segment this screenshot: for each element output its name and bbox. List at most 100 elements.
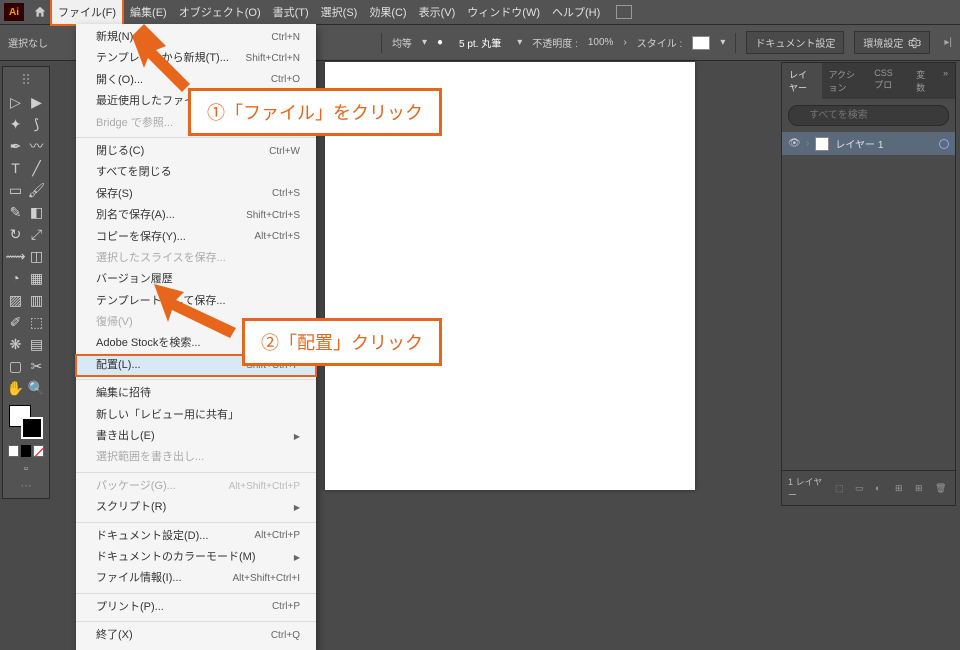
layer-search	[788, 105, 949, 126]
slice-tool[interactable]: ✂	[26, 355, 47, 377]
menu-item-shortcut: Alt+Ctrl+S	[254, 230, 300, 244]
menu-item-shortcut: Alt+Ctrl+P	[254, 529, 300, 543]
menu-help[interactable]: ヘルプ(H)	[546, 0, 606, 24]
new-layer-icon[interactable]: ⊞	[915, 483, 929, 494]
freetransform-tool[interactable]: ◫	[26, 245, 47, 267]
style-swatch[interactable]	[692, 36, 710, 50]
perspective-tool[interactable]: ▦	[26, 267, 47, 289]
panel-toggle-icon[interactable]: ▸|	[940, 37, 952, 48]
eraser-tool[interactable]: ◧	[26, 201, 47, 223]
file-menu-item-30[interactable]: プリント(P)... Ctrl+P	[76, 597, 316, 618]
menu-select[interactable]: 選択(S)	[315, 0, 364, 24]
stroke-val[interactable]: 5 pt. 丸筆	[453, 33, 507, 52]
curvature-tool[interactable]: 〰	[26, 135, 47, 157]
screen-mode-icon[interactable]: ▫	[5, 463, 47, 475]
menu-file[interactable]: ファイル(F)	[50, 0, 124, 26]
collect-icon[interactable]: ▭	[855, 483, 869, 494]
file-menu-item-9[interactable]: 別名で保存(A)...Shift+Ctrl+S	[76, 205, 316, 226]
file-menu-item-28[interactable]: ファイル情報(I)...Alt+Shift+Ctrl+I	[76, 568, 316, 589]
locate-icon[interactable]: ⬚	[835, 483, 849, 494]
gradient-swatch-icon[interactable]	[21, 445, 32, 457]
file-menu-item-20[interactable]: 書き出し(E)	[76, 426, 316, 447]
color-swatch-icon[interactable]	[8, 445, 19, 457]
layer-target-icon[interactable]	[939, 139, 949, 149]
menu-window[interactable]: ウィンドウ(W)	[461, 0, 546, 24]
menu-item-label: パッケージ(G)...	[96, 479, 176, 494]
tab-actions[interactable]: アクション	[822, 63, 868, 99]
menu-item-label: コピーを保存(Y)...	[96, 230, 186, 245]
mesh-tool[interactable]: ▨	[5, 289, 26, 311]
wand-tool[interactable]: ✦	[5, 113, 26, 135]
pen-tool[interactable]: ✒	[5, 135, 26, 157]
file-menu-item-19[interactable]: 新しい「レビュー用に共有」	[76, 405, 316, 426]
tab-vars[interactable]: 変数	[909, 63, 936, 99]
menu-item-label: 選択したスライスを保存...	[96, 251, 226, 266]
blend-tool[interactable]: ⬚	[26, 311, 47, 333]
symbol-tool[interactable]: ❋	[5, 333, 26, 355]
file-menu-item-7[interactable]: すべてを閉じる	[76, 162, 316, 183]
layer-name[interactable]: レイヤー 1	[835, 136, 933, 151]
layer-search-input[interactable]	[788, 105, 949, 126]
file-menu-item-18[interactable]: 編集に招待	[76, 383, 316, 404]
annotation-callout-1: ①「ファイル」をクリック	[188, 88, 442, 136]
file-menu-item-6[interactable]: 閉じる(C)Ctrl+W	[76, 141, 316, 162]
file-menu-item-27[interactable]: ドキュメントのカラーモード(M)	[76, 547, 316, 568]
file-menu-item-26[interactable]: ドキュメント設定(D)...Alt+Ctrl+P	[76, 526, 316, 547]
width-tool[interactable]: ⟿	[5, 245, 26, 267]
prefs-button[interactable]: 環境設定	[854, 31, 930, 54]
edit-tools-icon[interactable]: ⋯	[5, 475, 47, 496]
artboard-tool[interactable]: ▢	[5, 355, 26, 377]
menu-item-shortcut: Ctrl+P	[272, 600, 300, 614]
file-menu-item-24[interactable]: スクリプト(R)	[76, 497, 316, 518]
lasso-tool[interactable]: ⟆	[26, 113, 47, 135]
fill-stroke-icon[interactable]	[5, 405, 47, 441]
menu-item-label: 復帰(V)	[96, 315, 133, 330]
direct-selection-tool[interactable]: ▶	[26, 91, 47, 113]
rotate-tool[interactable]: ↻	[5, 223, 26, 245]
menu-view[interactable]: 表示(V)	[413, 0, 462, 24]
menu-item-shortcut: Alt+Shift+Ctrl+P	[229, 480, 300, 494]
uniform-label[interactable]: 均等	[392, 35, 412, 50]
none-swatch-icon[interactable]	[33, 445, 44, 457]
tab-layers[interactable]: レイヤー	[782, 63, 822, 99]
menu-item-label: Bridge で参照...	[96, 116, 173, 131]
panel-tabs: レイヤー アクション CSS プロ 変数 »	[782, 63, 955, 99]
file-menu-item-11: 選択したスライスを保存...	[76, 248, 316, 269]
brush-tool[interactable]: 🖌	[26, 179, 47, 201]
file-menu-item-10[interactable]: コピーを保存(Y)... Alt+Ctrl+S	[76, 227, 316, 248]
mask-icon[interactable]: ◐	[875, 483, 889, 493]
cloud-doc-icon[interactable]	[616, 5, 632, 19]
menu-item-label: ドキュメントのカラーモード(M)	[96, 550, 256, 565]
gradient-tool[interactable]: ▥	[26, 289, 47, 311]
zoom-tool[interactable]: 🔍	[26, 377, 47, 399]
layer-row[interactable]: 👁 › レイヤー 1	[782, 132, 955, 155]
rect-tool[interactable]: ▭	[5, 179, 26, 201]
menu-item-shortcut: Ctrl+N	[271, 31, 300, 45]
line-tool[interactable]: ╱	[26, 157, 47, 179]
menu-effect[interactable]: 効果(C)	[363, 0, 412, 24]
scale-tool[interactable]: ⤢	[26, 223, 47, 245]
file-menu-item-32[interactable]: 終了(X)Ctrl+Q	[76, 625, 316, 646]
file-menu-item-8[interactable]: 保存(S)Ctrl+S	[76, 184, 316, 205]
opacity-value[interactable]: 100%	[588, 37, 614, 48]
shaper-tool[interactable]: ✎	[5, 201, 26, 223]
eyedropper-tool[interactable]: ✐	[5, 311, 26, 333]
hand-tool[interactable]: ✋	[5, 377, 26, 399]
menu-item-label: スクリプト(R)	[96, 500, 166, 515]
tools-panel: ⠿ ▷▶ ✦⟆ ✒〰 T╱ ▭🖌 ✎◧ ↻⤢ ⟿◫ ◔▦ ▨▥ ✐⬚ ❋▤ ▢✂…	[2, 66, 50, 499]
sublayer-icon[interactable]: ⊞	[895, 483, 909, 494]
menu-item-label: 終了(X)	[96, 628, 133, 643]
menu-type[interactable]: 書式(T)	[267, 0, 315, 24]
menu-item-label: プリント(P)...	[96, 600, 164, 615]
panel-chevron-icon[interactable]: »	[936, 63, 955, 99]
visibility-icon[interactable]: 👁	[788, 138, 800, 149]
home-icon[interactable]	[30, 5, 50, 19]
graph-tool[interactable]: ▤	[26, 333, 47, 355]
selection-tool[interactable]: ▷	[5, 91, 26, 113]
tools-drag-icon[interactable]: ⠿	[5, 69, 47, 91]
trash-icon[interactable]: 🗑	[935, 483, 949, 494]
type-tool[interactable]: T	[5, 157, 26, 179]
doc-setup-button[interactable]: ドキュメント設定	[746, 31, 844, 54]
tab-css[interactable]: CSS プロ	[867, 63, 909, 99]
shapebuilder-tool[interactable]: ◔	[5, 267, 26, 289]
